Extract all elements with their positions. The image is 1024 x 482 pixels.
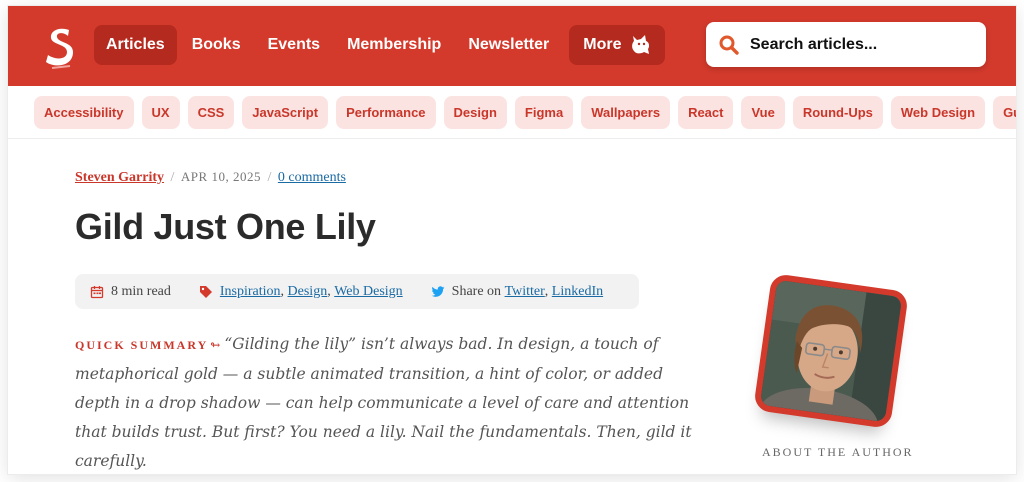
nav-more-button[interactable]: More [569,25,666,65]
category-link[interactable]: Web Design [334,284,402,300]
share-linkedin-link[interactable]: LinkedIn [552,284,603,300]
comments-link[interactable]: 0 comments [278,170,346,185]
quick-summary-text: “Gilding the lily” isn’t always bad. In … [75,335,692,470]
top-navigation-bar: Articles Books Events Membership Newslet… [8,6,1016,86]
meta-separator: / [170,170,175,185]
share-label: Share on [451,283,502,299]
article-title: Gild Just One Lily [75,206,376,247]
share-twitter-link[interactable]: Twitter [505,284,545,300]
author-link[interactable]: Steven Garrity [75,170,164,185]
tag-design[interactable]: Design [443,96,507,129]
twitter-icon [431,285,445,299]
categories: Inspiration, Design, Web Design [199,284,403,300]
tag-figma[interactable]: Figma [514,96,574,129]
nav-more-label: More [583,36,622,53]
nav-articles[interactable]: Articles [94,25,177,65]
tag-wallpapers[interactable]: Wallpapers [581,96,671,129]
about-the-author-label: ABOUT THE AUTHOR [762,445,914,459]
share-links: Share on Twitter, LinkedIn [431,284,603,300]
article-meta: Steven Garrity / APR 10, 2025 / 0 commen… [75,169,346,186]
read-time-text: 8 min read [111,283,171,299]
author-portrait-image [759,279,903,423]
tag-web-design[interactable]: Web Design [890,96,986,129]
author-avatar[interactable] [753,273,909,429]
category-link[interactable]: Inspiration [220,284,281,300]
nav-membership[interactable]: Membership [335,25,453,65]
topic-tag-bar: Accessibility UX CSS JavaScript Performa… [8,86,1016,139]
tag-css[interactable]: CSS [187,96,235,129]
smashing-logo[interactable] [40,24,80,70]
summary-arrow-icon: ↬ [210,338,221,352]
tag-icon [199,285,213,299]
search-box[interactable] [706,22,986,67]
tag-round-ups[interactable]: Round-Ups [792,96,883,129]
tag-guides[interactable]: Gu [993,96,1016,129]
search-input[interactable] [750,35,970,54]
cat-mascot-icon [629,33,653,57]
nav-newsletter[interactable]: Newsletter [456,25,561,65]
nav-events[interactable]: Events [256,25,332,65]
quick-summary-label: QUICK SUMMARY [75,338,209,352]
read-time: 8 min read [90,284,171,300]
search-icon [718,34,740,56]
page-frame: Articles Books Events Membership Newslet… [8,6,1016,474]
publish-date: APR 10, 2025 [180,169,261,184]
article-info-bar: 8 min read Inspiration, Design, Web Desi… [75,274,639,309]
main-nav: Articles Books Events Membership Newslet… [94,25,668,65]
tag-accessibility[interactable]: Accessibility [34,96,134,129]
nav-books[interactable]: Books [180,25,253,65]
tag-list: Accessibility UX CSS JavaScript Performa… [34,96,1016,129]
calendar-icon [90,285,104,299]
quick-summary: QUICK SUMMARY ↬ “Gilding the lily” isn’t a… [75,330,695,474]
tag-vue[interactable]: Vue [741,96,785,129]
logo-icon [46,28,73,69]
category-link[interactable]: Design [288,284,328,300]
tag-performance[interactable]: Performance [336,96,436,129]
meta-separator: / [267,170,272,185]
tag-javascript[interactable]: JavaScript [242,96,329,129]
tag-ux[interactable]: UX [141,96,180,129]
tag-react[interactable]: React [678,96,734,129]
